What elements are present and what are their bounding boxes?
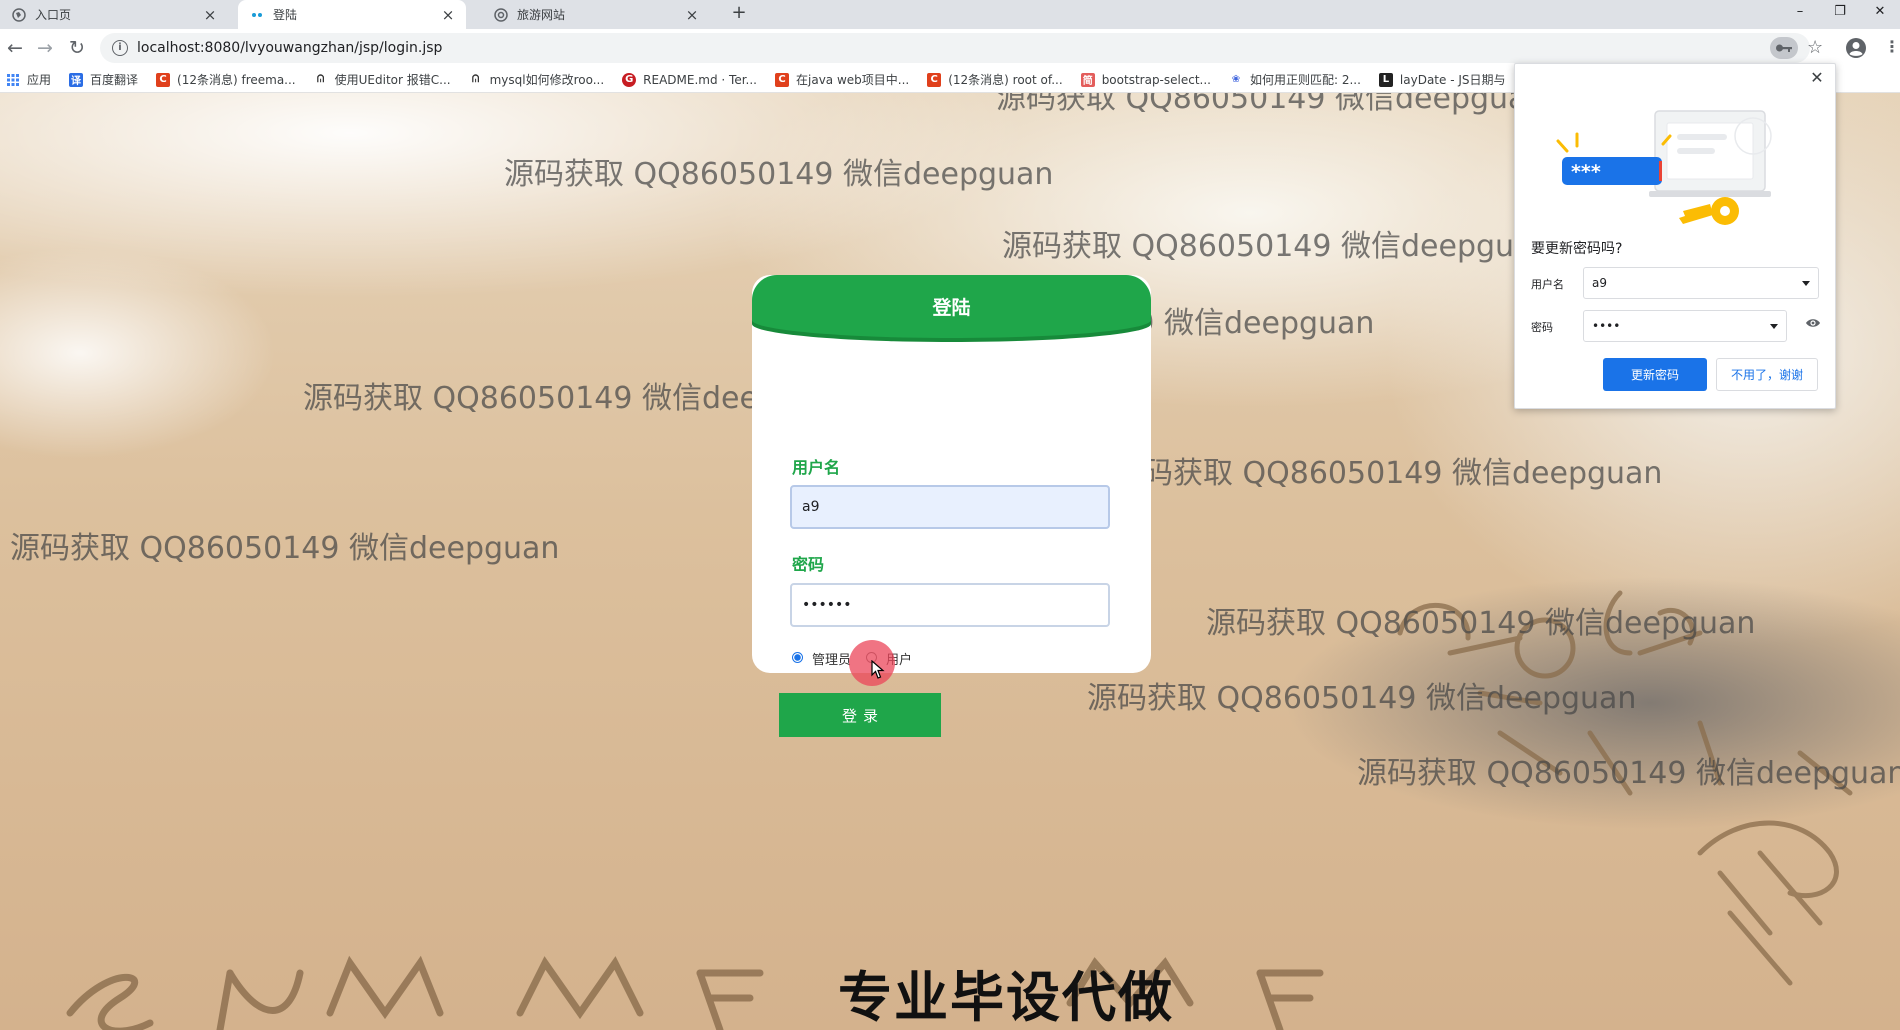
mouse-cursor-icon: [871, 660, 885, 679]
close-window-button[interactable]: ✕: [1860, 0, 1900, 22]
address-bar[interactable]: i localhost:8080/lvyouwangzhan/jsp/login…: [100, 33, 1810, 63]
browser-menu-button[interactable]: ⋮: [1884, 37, 1900, 56]
tab-close-icon[interactable]: ×: [440, 7, 456, 23]
gitee-icon: G: [622, 72, 637, 87]
show-password-eye-icon[interactable]: [1805, 317, 1821, 329]
bookmark-readme[interactable]: G README.md · Ter...: [622, 72, 757, 87]
dots-icon: [250, 8, 264, 22]
restore-button[interactable]: ❐: [1820, 0, 1860, 22]
bookmark-csdn-root[interactable]: C (12条消息) root of...: [927, 71, 1063, 88]
password-label: 密码: [792, 555, 825, 574]
watermark-text: 源码获取 QQ86050149 微信deepguan: [1113, 456, 1663, 491]
popup-password-value: ••••: [1592, 319, 1621, 333]
watermark-text: 源码获取 QQ86050149 微信deepguan: [1206, 606, 1756, 641]
chevron-down-icon: [1802, 281, 1810, 286]
tab-strip: 入口页 × 登陆 × 旅游网站 × + – ❐ ✕: [0, 0, 1900, 29]
bookmark-label: 在java web项目中...: [796, 73, 910, 87]
profile-avatar-icon[interactable]: [1845, 37, 1867, 59]
csdn-icon: C: [775, 72, 789, 87]
bookmark-label: (12条消息) freema...: [177, 73, 296, 87]
bookmark-label: bootstrap-select...: [1101, 72, 1211, 87]
key-icon[interactable]: [1770, 37, 1798, 59]
illustration-password-mask: ***: [1571, 161, 1601, 183]
bookmark-label: 应用: [27, 73, 52, 87]
update-password-popup: ✕ *** 要更新密码吗? 用户名 a9 密码 •••• 更新密码 不用了，谢谢: [1514, 63, 1836, 409]
bookmark-laydate[interactable]: L layDate - JS日期与: [1378, 71, 1506, 88]
browser-toolbar: ← → ↻ i localhost:8080/lvyouwangzhan/jsp…: [0, 29, 1900, 67]
bookmark-label: 百度翻译: [90, 73, 139, 87]
login-form: 登陆 用户名 密码 管理员 用户 登录: [752, 275, 1151, 737]
tab-travel-site[interactable]: 旅游网站 ×: [482, 0, 710, 29]
username-input[interactable]: [790, 485, 1110, 529]
tab-title: 旅游网站: [517, 8, 566, 22]
window-controls: – ❐ ✕: [1780, 0, 1900, 22]
bookmark-label: 使用UEditor 报错C...: [334, 73, 451, 87]
no-thanks-button[interactable]: 不用了，谢谢: [1716, 358, 1818, 391]
minimize-button[interactable]: –: [1780, 0, 1820, 22]
bookmark-baidu-translate[interactable]: 译 百度翻译: [69, 71, 138, 88]
popup-password-label: 密码: [1531, 321, 1553, 334]
paw-icon: ❀: [1231, 74, 1241, 85]
bookmark-apps[interactable]: 应用: [6, 71, 51, 88]
new-tab-button[interactable]: +: [727, 2, 751, 26]
tab-entry-page[interactable]: 入口页 ×: [0, 0, 228, 29]
close-icon[interactable]: ✕: [1807, 68, 1827, 88]
role-radio-admin[interactable]: [792, 652, 803, 663]
globe-icon: [12, 7, 26, 22]
bookmark-ueditor[interactable]: ᕬ 使用UEditor 报错C...: [314, 71, 451, 88]
tab-login[interactable]: 登陆 ×: [238, 0, 466, 29]
yuque-icon: ᕬ: [471, 74, 480, 85]
popup-password-select[interactable]: ••••: [1583, 310, 1787, 342]
promo-watermark: 专业毕设代做: [838, 966, 1174, 1029]
login-title: 登陆: [752, 275, 1151, 338]
reload-button[interactable]: ↻: [64, 35, 90, 61]
info-icon[interactable]: i: [112, 40, 128, 56]
password-illustration-icon: ***: [1556, 110, 1772, 225]
bookmark-mysql[interactable]: ᕬ mysql如何修改roo...: [469, 71, 605, 88]
username-label: 用户名: [792, 458, 841, 477]
watermark-text: 源码获取 QQ86050149 微信deepguan: [504, 157, 1054, 192]
bookmark-label: mysql如何修改roo...: [489, 73, 605, 87]
bootstrap-icon: 简: [1080, 72, 1095, 87]
watermark-text: 源码获取 QQ86050149 微信deepguan: [996, 93, 1546, 116]
watermark-text: 源码获取 QQ86050149 微信deepguan: [1357, 756, 1900, 791]
popup-title: 要更新密码吗?: [1531, 241, 1623, 257]
url-text[interactable]: localhost:8080/lvyouwangzhan/jsp/login.j…: [137, 40, 442, 56]
bookmark-bootstrap-select[interactable]: 简 bootstrap-select...: [1080, 72, 1211, 87]
csdn-icon: C: [156, 72, 171, 87]
watermark-text: 源码获取 QQ86050149 微信deepguan: [1087, 681, 1637, 716]
tab-title: 入口页: [35, 8, 72, 22]
tab-close-icon[interactable]: ×: [684, 7, 700, 23]
login-button[interactable]: 登录: [779, 693, 941, 737]
bookmark-java-web[interactable]: C 在java web项目中...: [775, 71, 909, 88]
csdn-icon: C: [927, 72, 942, 87]
chevron-down-icon: [1770, 324, 1778, 329]
settings-circle-icon: [494, 7, 508, 22]
bookmark-label: layDate - JS日期与: [1399, 73, 1506, 87]
bookmark-label: (12条消息) root of...: [948, 73, 1063, 87]
bookmark-label: 如何用正则匹配: 2...: [1249, 73, 1361, 87]
yuque-icon: ᕬ: [316, 74, 325, 85]
popup-username-value: a9: [1592, 276, 1607, 290]
bookmark-label: README.md · Ter...: [643, 72, 757, 87]
watermark-text: 源码获取 QQ86050149 微信deepguan: [1002, 229, 1552, 264]
popup-username-select[interactable]: a9: [1583, 267, 1819, 299]
bookmark-star-icon[interactable]: ☆: [1807, 37, 1823, 58]
bookmark-csdn-freemarker[interactable]: C (12条消息) freema...: [156, 71, 296, 88]
watermark-text: 源码获取 QQ86050149 微信deepguan: [10, 531, 560, 566]
back-button[interactable]: ←: [2, 35, 28, 61]
tab-title: 登陆: [273, 8, 298, 22]
tab-close-icon[interactable]: ×: [202, 7, 218, 23]
laydate-icon: L: [1378, 72, 1393, 87]
baidu-translate-icon: 译: [69, 72, 84, 87]
bookmark-regex[interactable]: ❀ 如何用正则匹配: 2...: [1229, 71, 1361, 88]
popup-username-label: 用户名: [1531, 278, 1564, 291]
forward-button[interactable]: →: [32, 35, 58, 61]
password-input[interactable]: [790, 583, 1110, 627]
apps-grid-icon: [6, 73, 20, 87]
update-password-button[interactable]: 更新密码: [1603, 358, 1707, 391]
role-label-admin: 管理员: [812, 653, 852, 668]
